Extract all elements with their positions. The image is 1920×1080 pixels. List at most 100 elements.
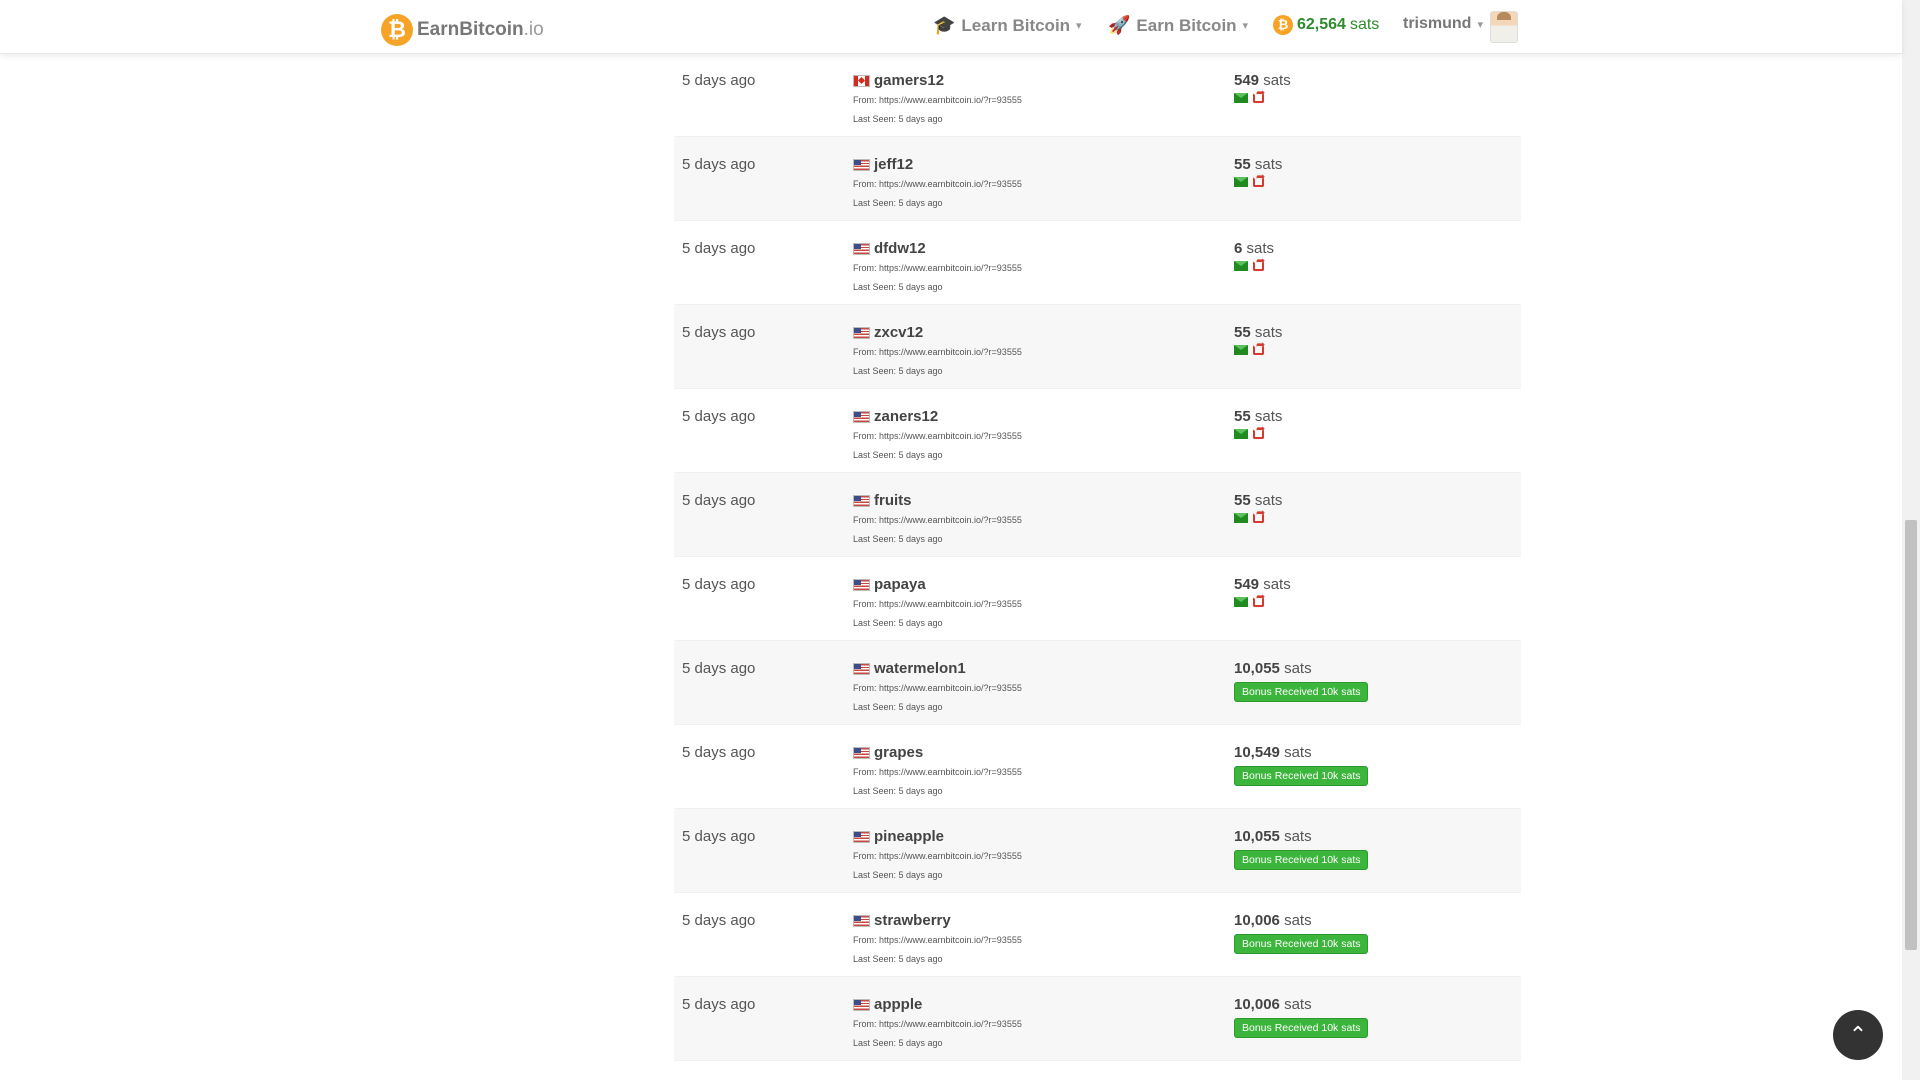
referral-time: 5 days ago: [682, 576, 756, 593]
avatar[interactable]: [1490, 11, 1518, 43]
chevron-down-icon: ▾: [1477, 18, 1483, 31]
us-flag-icon: [853, 662, 870, 675]
referral-earnings: 10,055 sats Bonus Received 10k sats: [1234, 828, 1369, 870]
scrollbar-thumb[interactable]: [1905, 520, 1917, 950]
sats-value: 10,006: [1234, 996, 1280, 1013]
sats-unit: sats: [1284, 912, 1312, 929]
share-icon[interactable]: [1253, 506, 1265, 523]
referral-source: From: https://www.earnbitcoin.io/?r=9355…: [853, 263, 1022, 273]
row-actions: [1234, 338, 1282, 355]
referral-earnings: 55 sats: [1234, 156, 1282, 187]
envelope-icon[interactable]: [1234, 93, 1248, 103]
referral-source: From: https://www.earnbitcoin.io/?r=9355…: [853, 347, 1022, 357]
nav-earn-bitcoin[interactable]: 🚀 Earn Bitcoin ▾: [1108, 15, 1248, 36]
sats-value: 55: [1234, 324, 1251, 341]
share-icon[interactable]: [1253, 590, 1265, 607]
referral-username: strawberry: [874, 912, 951, 929]
logo-tld-text: .io: [523, 19, 544, 40]
sats-unit: sats: [1263, 576, 1291, 593]
envelope-icon[interactable]: [1234, 513, 1248, 523]
referral-username: jeff12: [874, 156, 914, 173]
balance-display[interactable]: ₿ 62,564 sats: [1273, 15, 1379, 35]
referral-row: 5 days ago papaya From: https://www.earn…: [674, 557, 1521, 641]
row-actions: [1234, 170, 1282, 187]
us-flag-icon: [853, 242, 870, 255]
referral-row: 5 days ago pineapple From: https://www.e…: [674, 809, 1521, 893]
sats-unit: sats: [1284, 996, 1312, 1013]
referral-row: 5 days ago grapes From: https://www.earn…: [674, 725, 1521, 809]
referral-row: 5 days ago fruits From: https://www.earn…: [674, 473, 1521, 557]
share-icon[interactable]: [1253, 170, 1265, 187]
referral-username: fruits: [874, 492, 912, 509]
referral-time: 5 days ago: [682, 912, 756, 929]
share-icon[interactable]: [1253, 86, 1265, 103]
referral-row: 5 days ago jeff12 From: https://www.earn…: [674, 137, 1521, 221]
user-name: trismund: [1403, 15, 1472, 32]
nav-learn-bitcoin[interactable]: 🎓 Learn Bitcoin ▾: [933, 15, 1082, 36]
referral-username: grapes: [874, 744, 924, 761]
referral-user-info: gamers12 From: https://www.earnbitcoin.i…: [853, 72, 1022, 124]
share-icon[interactable]: [1253, 338, 1265, 355]
chevron-down-icon: ▾: [1076, 20, 1082, 32]
referral-time: 5 days ago: [682, 996, 756, 1013]
bonus-badge: Bonus Received 10k sats: [1234, 766, 1369, 786]
referral-username: zaners12: [874, 408, 939, 425]
envelope-icon[interactable]: [1234, 597, 1248, 607]
us-flag-icon: [853, 746, 870, 759]
referral-user-info: zxcv12 From: https://www.earnbitcoin.io/…: [853, 324, 1022, 376]
referral-row: 5 days ago zxcv12 From: https://www.earn…: [674, 305, 1521, 389]
envelope-icon[interactable]: [1234, 429, 1248, 439]
referral-source: From: https://www.earnbitcoin.io/?r=9355…: [853, 95, 1022, 105]
referral-user-info: jeff12 From: https://www.earnbitcoin.io/…: [853, 156, 1022, 208]
us-flag-icon: [853, 830, 870, 843]
referral-username: zxcv12: [874, 324, 924, 341]
sats-unit: sats: [1284, 660, 1312, 677]
referrals-list: 5 days ago gamers12 From: https://www.ea…: [674, 53, 1521, 1061]
referral-row: 5 days ago strawberry From: https://www.…: [674, 893, 1521, 977]
envelope-icon[interactable]: [1234, 261, 1248, 271]
back-to-top-button[interactable]: ⌃: [1833, 1010, 1883, 1060]
us-flag-icon: [853, 158, 870, 171]
referral-user-info: dfdw12 From: https://www.earnbitcoin.io/…: [853, 240, 1022, 292]
referral-user-info: strawberry From: https://www.earnbitcoin…: [853, 912, 1022, 964]
referral-username: dfdw12: [874, 240, 926, 257]
chevron-up-icon: ⌃: [1848, 1022, 1868, 1048]
top-navbar: ₿ EarnBitcoin.io 🎓 Learn Bitcoin ▾ 🚀 Ear…: [0, 0, 1902, 54]
sats-value: 10,006: [1234, 912, 1280, 929]
referral-user-info: pineapple From: https://www.earnbitcoin.…: [853, 828, 1022, 880]
sats-unit: sats: [1284, 744, 1312, 761]
row-actions: [1234, 86, 1291, 103]
site-logo[interactable]: ₿ EarnBitcoin.io: [381, 14, 544, 46]
bitcoin-logo-icon: ₿: [381, 14, 413, 46]
bonus-badge: Bonus Received 10k sats: [1234, 934, 1369, 954]
user-menu[interactable]: trismund ▾: [1403, 15, 1483, 33]
referral-username: gamers12: [874, 72, 945, 89]
nav-learn-bitcoin-label: Learn Bitcoin: [961, 15, 1071, 35]
sats-value: 10,549: [1234, 744, 1280, 761]
bitcoin-coin-icon: ₿: [1273, 15, 1293, 35]
balance-value: 62,564: [1297, 16, 1346, 33]
envelope-icon[interactable]: [1234, 345, 1248, 355]
referral-source: From: https://www.earnbitcoin.io/?r=9355…: [853, 935, 1022, 945]
share-icon[interactable]: [1253, 254, 1265, 271]
share-icon[interactable]: [1253, 422, 1265, 439]
page-scrollbar[interactable]: [1902, 0, 1920, 1080]
us-flag-icon: [853, 410, 870, 423]
referral-earnings: 6 sats: [1234, 240, 1274, 271]
us-flag-icon: [853, 494, 870, 507]
referral-source: From: https://www.earnbitcoin.io/?r=9355…: [853, 767, 1022, 777]
referral-user-info: watermelon1 From: https://www.earnbitcoi…: [853, 660, 1022, 712]
referral-time: 5 days ago: [682, 156, 756, 173]
us-flag-icon: [853, 914, 870, 927]
referral-last-seen: Last Seen: 5 days ago: [853, 366, 943, 376]
logo-main-text: EarnBitcoin: [417, 19, 524, 40]
referral-last-seen: Last Seen: 5 days ago: [853, 954, 943, 964]
referral-source: From: https://www.earnbitcoin.io/?r=9355…: [853, 851, 1022, 861]
referral-username: papaya: [874, 576, 926, 593]
referral-earnings: 55 sats: [1234, 492, 1282, 523]
referral-last-seen: Last Seen: 5 days ago: [853, 618, 943, 628]
bonus-badge: Bonus Received 10k sats: [1234, 682, 1369, 702]
referral-time: 5 days ago: [682, 492, 756, 509]
envelope-icon[interactable]: [1234, 177, 1248, 187]
sats-value: 55: [1234, 156, 1251, 173]
